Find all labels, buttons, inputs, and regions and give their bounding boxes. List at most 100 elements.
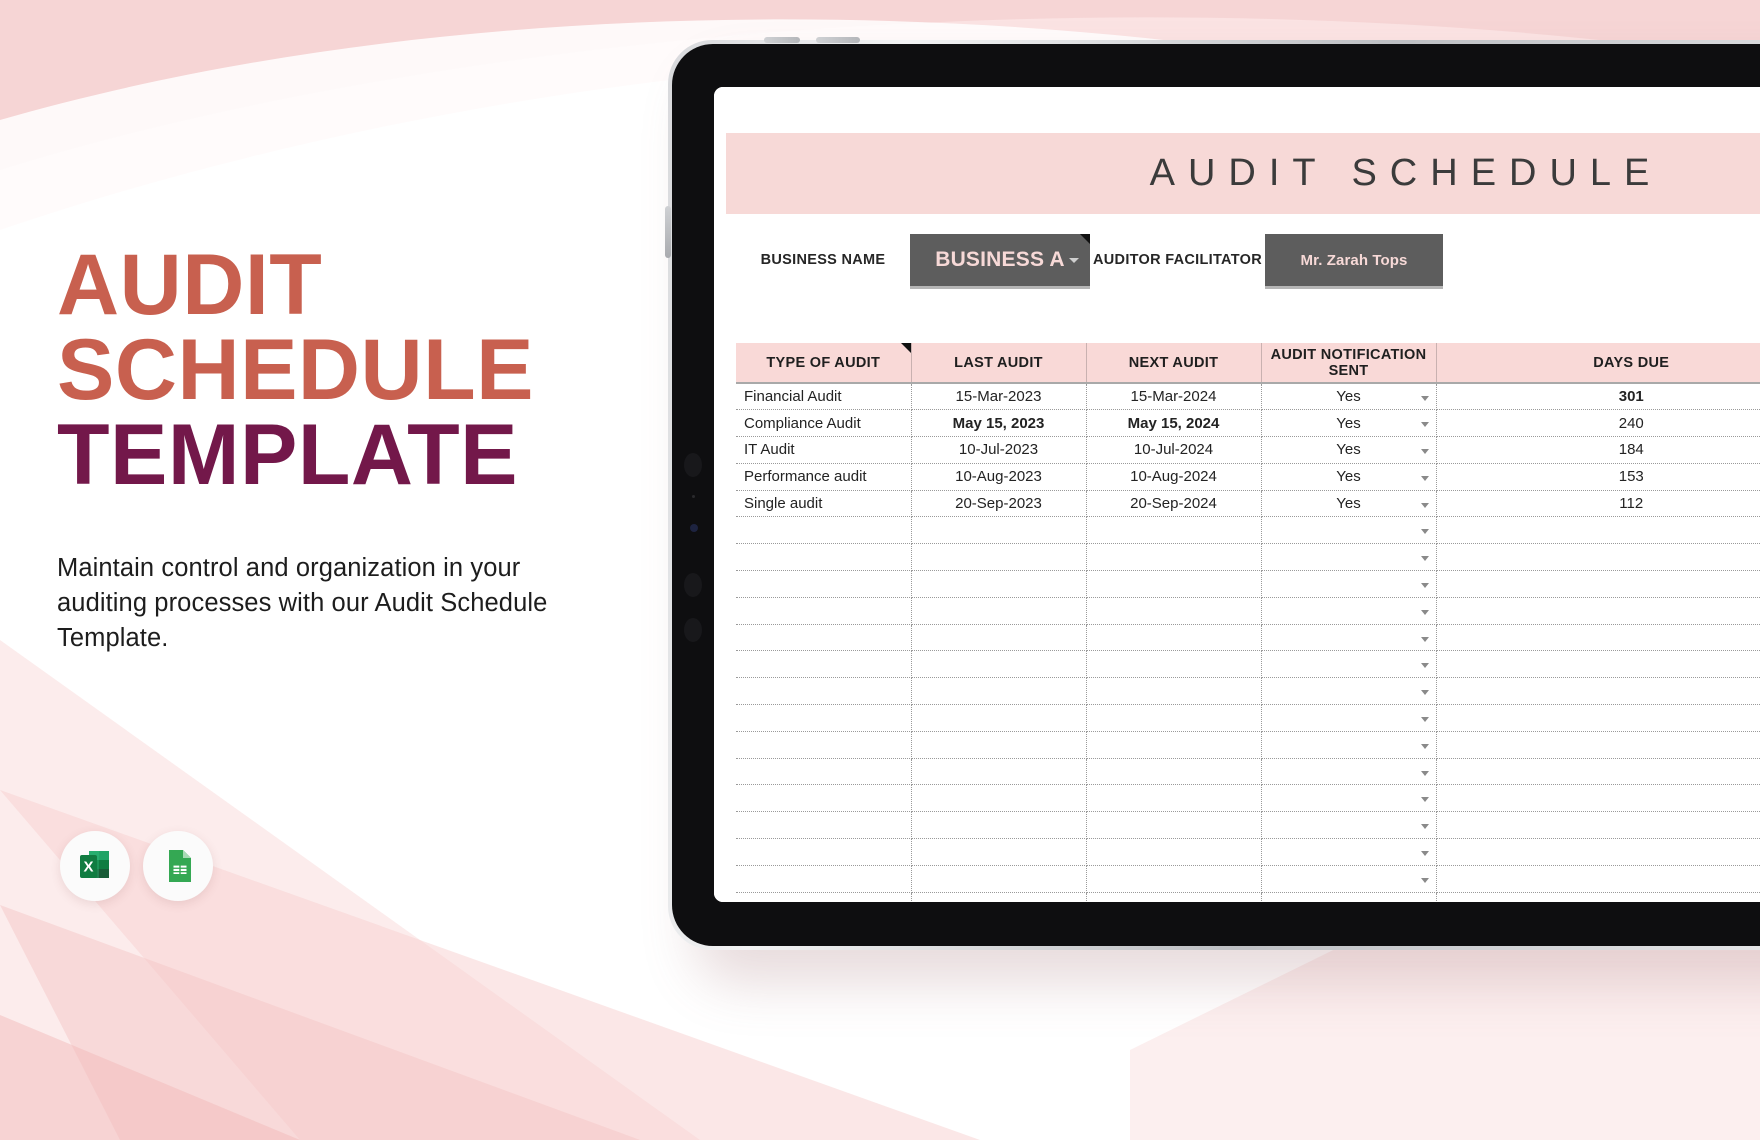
cell-next-audit[interactable] xyxy=(1086,758,1262,786)
cell-audit-notification-sent[interactable]: Yes xyxy=(1261,490,1437,518)
cell-last-audit[interactable]: 10-Jul-2023 xyxy=(911,436,1087,464)
chevron-down-icon[interactable] xyxy=(1420,877,1429,883)
chevron-down-icon[interactable] xyxy=(1420,663,1429,669)
cell-last-audit[interactable] xyxy=(911,704,1087,732)
cell-type-of-audit[interactable] xyxy=(736,731,912,759)
cell-days-due[interactable] xyxy=(1436,811,1760,840)
chevron-down-icon[interactable] xyxy=(1420,716,1429,722)
cell-days-due[interactable] xyxy=(1436,758,1760,786)
chevron-down-icon[interactable] xyxy=(1420,824,1429,830)
cell-last-audit[interactable] xyxy=(911,597,1087,625)
cell-next-audit[interactable] xyxy=(1086,704,1262,732)
cell-last-audit[interactable] xyxy=(911,838,1087,866)
cell-type-of-audit[interactable] xyxy=(736,865,912,893)
chevron-down-icon[interactable] xyxy=(1420,690,1429,696)
column-header-next-audit[interactable]: NEXT AUDIT xyxy=(1086,343,1262,384)
chevron-down-icon[interactable] xyxy=(1420,422,1429,428)
cell-next-audit[interactable] xyxy=(1086,784,1262,813)
cell-next-audit[interactable] xyxy=(1086,624,1262,652)
cell-type-of-audit[interactable] xyxy=(736,838,912,866)
cell-last-audit[interactable] xyxy=(911,811,1087,840)
cell-last-audit[interactable]: May 15, 2023 xyxy=(911,409,1087,438)
cell-days-due[interactable] xyxy=(1436,543,1760,572)
cell-type-of-audit[interactable] xyxy=(736,516,912,545)
cell-last-audit[interactable] xyxy=(911,731,1087,759)
cell-audit-notification-sent[interactable] xyxy=(1261,597,1437,625)
tablet-top-button-secondary[interactable] xyxy=(816,37,860,43)
cell-type-of-audit[interactable] xyxy=(736,784,912,813)
cell-audit-notification-sent[interactable] xyxy=(1261,892,1437,902)
cell-next-audit[interactable]: May 15, 2024 xyxy=(1086,409,1262,438)
cell-audit-notification-sent[interactable] xyxy=(1261,838,1437,866)
chevron-down-icon[interactable] xyxy=(1420,770,1429,776)
chevron-down-icon[interactable] xyxy=(1420,448,1429,454)
chevron-down-icon[interactable] xyxy=(1420,850,1429,856)
cell-type-of-audit[interactable] xyxy=(736,811,912,840)
cell-audit-notification-sent[interactable]: Yes xyxy=(1261,409,1437,438)
cell-next-audit[interactable] xyxy=(1086,650,1262,679)
chevron-down-icon[interactable] xyxy=(1420,475,1429,481)
cell-type-of-audit[interactable] xyxy=(736,704,912,732)
cell-audit-notification-sent[interactable] xyxy=(1261,704,1437,732)
cell-last-audit[interactable] xyxy=(911,784,1087,813)
tablet-top-button[interactable] xyxy=(764,37,800,43)
cell-audit-notification-sent[interactable] xyxy=(1261,784,1437,813)
cell-next-audit[interactable] xyxy=(1086,865,1262,893)
cell-days-due[interactable]: 240 xyxy=(1436,409,1760,438)
cell-audit-notification-sent[interactable] xyxy=(1261,677,1437,706)
cell-days-due[interactable]: 301 xyxy=(1436,383,1760,411)
chevron-down-icon[interactable] xyxy=(1420,582,1429,588)
cell-last-audit[interactable] xyxy=(911,543,1087,572)
excel-badge[interactable]: X xyxy=(60,831,130,901)
cell-days-due[interactable]: 153 xyxy=(1436,463,1760,491)
cell-next-audit[interactable]: 10-Jul-2024 xyxy=(1086,436,1262,464)
cell-days-due[interactable] xyxy=(1436,677,1760,706)
cell-next-audit[interactable] xyxy=(1086,516,1262,545)
cell-type-of-audit[interactable] xyxy=(736,677,912,706)
column-header-days-due[interactable]: DAYS DUE xyxy=(1436,343,1760,384)
cell-type-of-audit[interactable] xyxy=(736,892,912,902)
business-name-dropdown[interactable]: BUSINESS A xyxy=(910,234,1090,286)
cell-type-of-audit[interactable]: Compliance Audit xyxy=(736,409,912,438)
cell-type-of-audit[interactable]: Performance audit xyxy=(736,463,912,491)
cell-audit-notification-sent[interactable] xyxy=(1261,811,1437,840)
cell-last-audit[interactable]: 10-Aug-2023 xyxy=(911,463,1087,491)
cell-type-of-audit[interactable]: Financial Audit xyxy=(736,383,912,411)
cell-next-audit[interactable]: 15-Mar-2024 xyxy=(1086,383,1262,411)
tablet-side-button[interactable] xyxy=(665,206,671,258)
cell-type-of-audit[interactable] xyxy=(736,758,912,786)
cell-next-audit[interactable]: 10-Aug-2024 xyxy=(1086,463,1262,491)
cell-audit-notification-sent[interactable] xyxy=(1261,865,1437,893)
cell-days-due[interactable] xyxy=(1436,784,1760,813)
cell-days-due[interactable] xyxy=(1436,650,1760,679)
chevron-down-icon[interactable] xyxy=(1420,395,1429,401)
cell-type-of-audit[interactable] xyxy=(736,597,912,625)
cell-next-audit[interactable] xyxy=(1086,570,1262,598)
chevron-down-icon[interactable] xyxy=(1420,636,1429,642)
cell-days-due[interactable] xyxy=(1436,597,1760,625)
cell-last-audit[interactable] xyxy=(911,892,1087,902)
chevron-down-icon[interactable] xyxy=(1420,556,1429,562)
cell-last-audit[interactable]: 15-Mar-2023 xyxy=(911,383,1087,411)
cell-audit-notification-sent[interactable] xyxy=(1261,758,1437,786)
cell-next-audit[interactable] xyxy=(1086,892,1262,902)
cell-next-audit[interactable] xyxy=(1086,838,1262,866)
cell-days-due[interactable] xyxy=(1436,516,1760,545)
cell-type-of-audit[interactable]: IT Audit xyxy=(736,436,912,464)
cell-days-due[interactable] xyxy=(1436,892,1760,902)
cell-last-audit[interactable] xyxy=(911,758,1087,786)
cell-last-audit[interactable] xyxy=(911,516,1087,545)
cell-audit-notification-sent[interactable] xyxy=(1261,624,1437,652)
chevron-down-icon[interactable] xyxy=(1420,502,1429,508)
chevron-down-icon[interactable] xyxy=(1420,797,1429,803)
chevron-down-icon[interactable] xyxy=(1420,743,1429,749)
cell-days-due[interactable] xyxy=(1436,624,1760,652)
cell-audit-notification-sent[interactable] xyxy=(1261,570,1437,598)
cell-next-audit[interactable] xyxy=(1086,731,1262,759)
cell-last-audit[interactable] xyxy=(911,570,1087,598)
cell-next-audit[interactable] xyxy=(1086,677,1262,706)
cell-next-audit[interactable] xyxy=(1086,543,1262,572)
cell-type-of-audit[interactable]: Single audit xyxy=(736,490,912,518)
cell-audit-notification-sent[interactable] xyxy=(1261,650,1437,679)
chevron-down-icon[interactable] xyxy=(1420,529,1429,535)
